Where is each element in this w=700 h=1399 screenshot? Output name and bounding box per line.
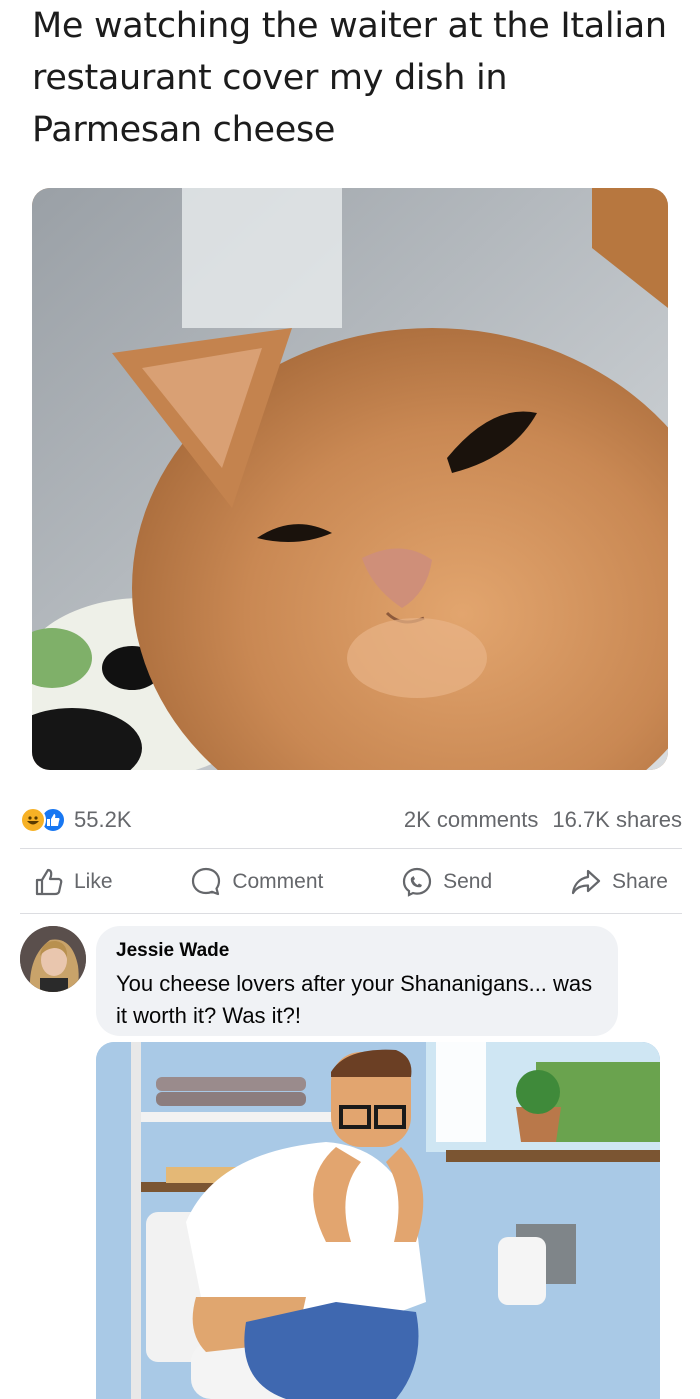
comment-button[interactable]: Comment <box>190 866 323 898</box>
share-button[interactable]: Share <box>570 866 668 898</box>
comment-author[interactable]: Jessie Wade <box>116 940 598 962</box>
cat-illustration <box>32 188 668 770</box>
share-label: Share <box>611 870 668 893</box>
like-button[interactable]: Like <box>34 867 113 897</box>
comment-text: You cheese lovers after your Shananigans… <box>116 971 593 1028</box>
cartoon-illustration <box>96 1042 660 1399</box>
comment-icon <box>192 867 221 896</box>
post-actions-bar: Like Comment Send Share <box>20 852 682 912</box>
share-arrow-icon <box>571 869 601 895</box>
comment-bubble: Jessie Wade You cheese lovers after your… <box>96 926 618 1036</box>
messenger-icon <box>403 867 432 897</box>
comment-image-hank[interactable] <box>96 1042 660 1399</box>
send-button[interactable]: Send <box>401 866 492 898</box>
divider <box>20 848 682 849</box>
like-label: Like <box>74 870 113 893</box>
send-label: Send <box>443 870 493 893</box>
post-stats-bar: 55.2K 2K comments 16.7K shares <box>20 800 682 840</box>
haha-reaction-icon <box>20 807 46 833</box>
divider <box>20 913 682 914</box>
avatar[interactable] <box>20 926 86 992</box>
shares-count-link[interactable]: 16.7K shares <box>552 807 682 833</box>
thumbs-up-icon <box>35 868 63 896</box>
reactions-summary[interactable]: 55.2K <box>20 807 132 833</box>
comments-count-link[interactable]: 2K comments <box>404 807 539 833</box>
reactions-count: 55.2K <box>74 807 132 832</box>
comment-label: Comment <box>232 870 324 893</box>
commenter-avatar-image <box>20 926 86 992</box>
post-image-cat[interactable] <box>32 188 668 770</box>
post-caption: Me watching the waiter at the Italian re… <box>32 6 667 150</box>
